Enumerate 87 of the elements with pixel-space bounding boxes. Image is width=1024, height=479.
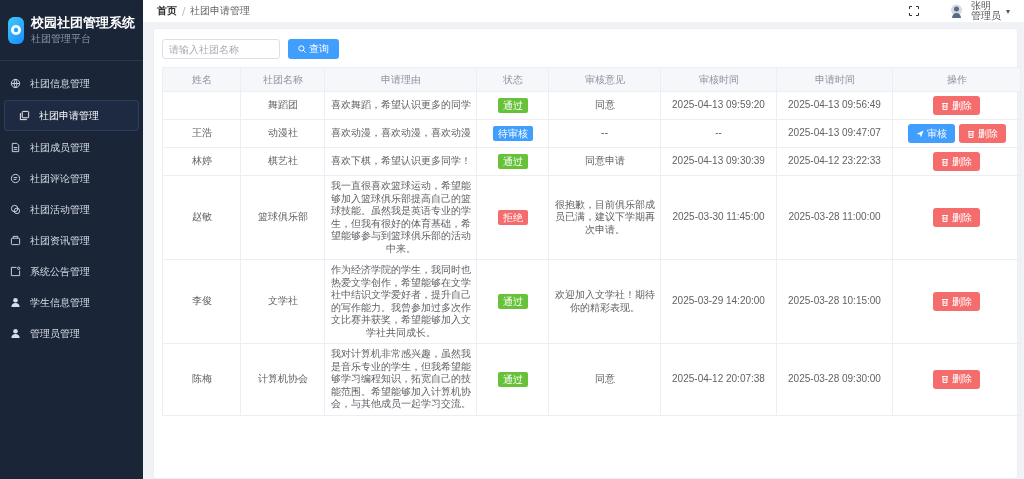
- trash-icon: [941, 101, 949, 110]
- status-tag: 拒绝: [497, 210, 528, 225]
- table-cell: 2025-03-28 10:15:00: [776, 259, 893, 344]
- table-cell: 喜欢舞蹈，希望认识更多的同学: [324, 91, 477, 120]
- user-icon: [10, 328, 21, 339]
- column-header: 审核意见: [548, 67, 661, 92]
- table-cell: 同意申请: [548, 147, 661, 176]
- caret-icon[interactable]: ▾: [1006, 6, 1010, 16]
- column-header: 审核时间: [660, 67, 777, 92]
- copy-icon: [19, 110, 30, 121]
- table-cell: 棋艺社: [240, 147, 325, 176]
- status-tag: 通过: [497, 154, 528, 169]
- status-tag: 通过: [497, 98, 528, 113]
- search-icon: [298, 45, 306, 53]
- circles-icon: [10, 204, 21, 215]
- column-header: 社团名称: [240, 67, 325, 92]
- table-cell: 作为经济学院的学生，我同时也热爱文学创作，希望能够在文学社中结识文学爱好者，提升自己的写作能力。我曾参加过多次作文比赛并获奖，希望能够加入文学社共同成长。: [324, 259, 477, 344]
- column-header: 申请时间: [776, 67, 893, 92]
- table-cell: 舞蹈团: [240, 91, 325, 120]
- sidebar-item[interactable]: 管理员管理: [0, 319, 143, 348]
- table-cell: 篮球俱乐部: [240, 175, 325, 260]
- table-cell: 2025-04-13 09:56:49: [776, 91, 893, 120]
- table-cell: --: [548, 119, 661, 148]
- search-field[interactable]: 请输入社团名称: [162, 39, 280, 59]
- table-cell: 赵敏: [162, 175, 241, 260]
- table-cell: 很抱歉，目前俱乐部成员已满，建议下学期再次申请。: [548, 175, 661, 260]
- app-title: 校园社团管理系统: [31, 14, 135, 32]
- trash-icon: [966, 129, 975, 138]
- table-cell: 王浩: [162, 119, 241, 148]
- sidebar-item[interactable]: 社团申请管理: [4, 100, 139, 131]
- user-icon: [10, 297, 21, 308]
- breadcrumb-link[interactable]: 首页: [157, 4, 177, 18]
- document-icon: [10, 142, 21, 153]
- breadcrumb-current: 社团申请管理: [190, 4, 251, 18]
- table-cell: 同意: [548, 91, 661, 120]
- table-cell: 我一直很喜欢篮球运动，希望能够加入篮球俱乐部提高自己的篮球技能。虽然我是英语专业的学生，但我有很好的体育基础，希望能够参与到篮球俱乐部的活动中来。: [324, 175, 477, 260]
- fullscreen-icon[interactable]: [909, 6, 919, 16]
- breadcrumb-separator: /: [182, 5, 186, 17]
- sidebar-item[interactable]: 学生信息管理: [0, 288, 143, 317]
- sidebar-item[interactable]: 社团评论管理: [0, 164, 143, 193]
- table-cell: 李俊: [162, 259, 241, 344]
- table-cell: 2025-04-13 09:30:39: [660, 147, 777, 176]
- notice-icon: [10, 266, 21, 277]
- table-cell: 欢迎加入文学社！期待你的精彩表现。: [548, 259, 661, 344]
- sidebar-item[interactable]: 社团信息管理: [0, 69, 143, 98]
- table-cell: --: [660, 119, 777, 148]
- table-cell: 2025-04-12 20:07:38: [660, 343, 777, 415]
- app-subtitle: 社团管理平台: [31, 32, 92, 46]
- send-icon: [915, 129, 924, 138]
- table-cell: 我对计算机非常感兴趣，虽然我是音乐专业的学生，但我希望能够学习编程知识，拓宽自己的技能范围。希望能够加入计算机协会，与其他成员一起学习交流。: [324, 343, 477, 415]
- table-cell: 2025-03-28 11:00:00: [776, 175, 893, 260]
- table-cell: 喜欢动漫，喜欢动漫，喜欢动漫: [324, 119, 477, 148]
- table-cell: 陈梅: [162, 343, 241, 415]
- sidebar-item[interactable]: 系统公告管理: [0, 257, 143, 286]
- table-cell: 计算机协会: [240, 343, 325, 415]
- column-header: 状态: [476, 67, 549, 92]
- table-cell: 2025-04-13 09:59:20: [660, 91, 777, 120]
- chat-icon: [10, 173, 21, 184]
- table-cell: 2025-03-30 11:45:00: [660, 175, 777, 260]
- trash-icon: [941, 157, 949, 166]
- user-name: 张明: [971, 1, 991, 11]
- status-tag: 通过: [497, 371, 528, 387]
- user-role: 管理员: [971, 11, 1001, 21]
- status-tag: 通过: [497, 294, 528, 309]
- column-header: 申请理由: [324, 67, 477, 92]
- table-cell: 2025-03-29 14:20:00: [660, 259, 777, 344]
- sidebar-item[interactable]: 社团成员管理: [0, 133, 143, 162]
- table-cell: 动漫社: [240, 119, 325, 148]
- column-header: 操作: [892, 67, 1021, 92]
- table-cell: 2025-04-12 23:22:33: [776, 147, 893, 176]
- column-header: 姓名: [162, 67, 241, 92]
- trash-icon: [941, 375, 949, 384]
- table-cell: 同意: [548, 343, 661, 415]
- trash-icon: [941, 297, 949, 306]
- globe-icon: [10, 78, 21, 89]
- avatar-icon[interactable]: [950, 3, 963, 19]
- table-cell: 喜欢下棋，希望认识更多同学！: [324, 147, 477, 176]
- sidebar-item[interactable]: 社团资讯管理: [0, 226, 143, 255]
- app-logo-icon: [8, 16, 24, 44]
- table-cell: 文学社: [240, 259, 325, 344]
- table-cell: 2025-03-28 09:30:00: [776, 343, 893, 415]
- sidebar-item[interactable]: 社团活动管理: [0, 195, 143, 224]
- table-cell: 2025-04-13 09:47:07: [776, 119, 893, 148]
- trash-icon: [941, 213, 949, 222]
- table-cell: 林婷: [162, 147, 241, 176]
- briefcase-icon: [10, 235, 21, 246]
- status-tag: 待审核: [492, 126, 533, 141]
